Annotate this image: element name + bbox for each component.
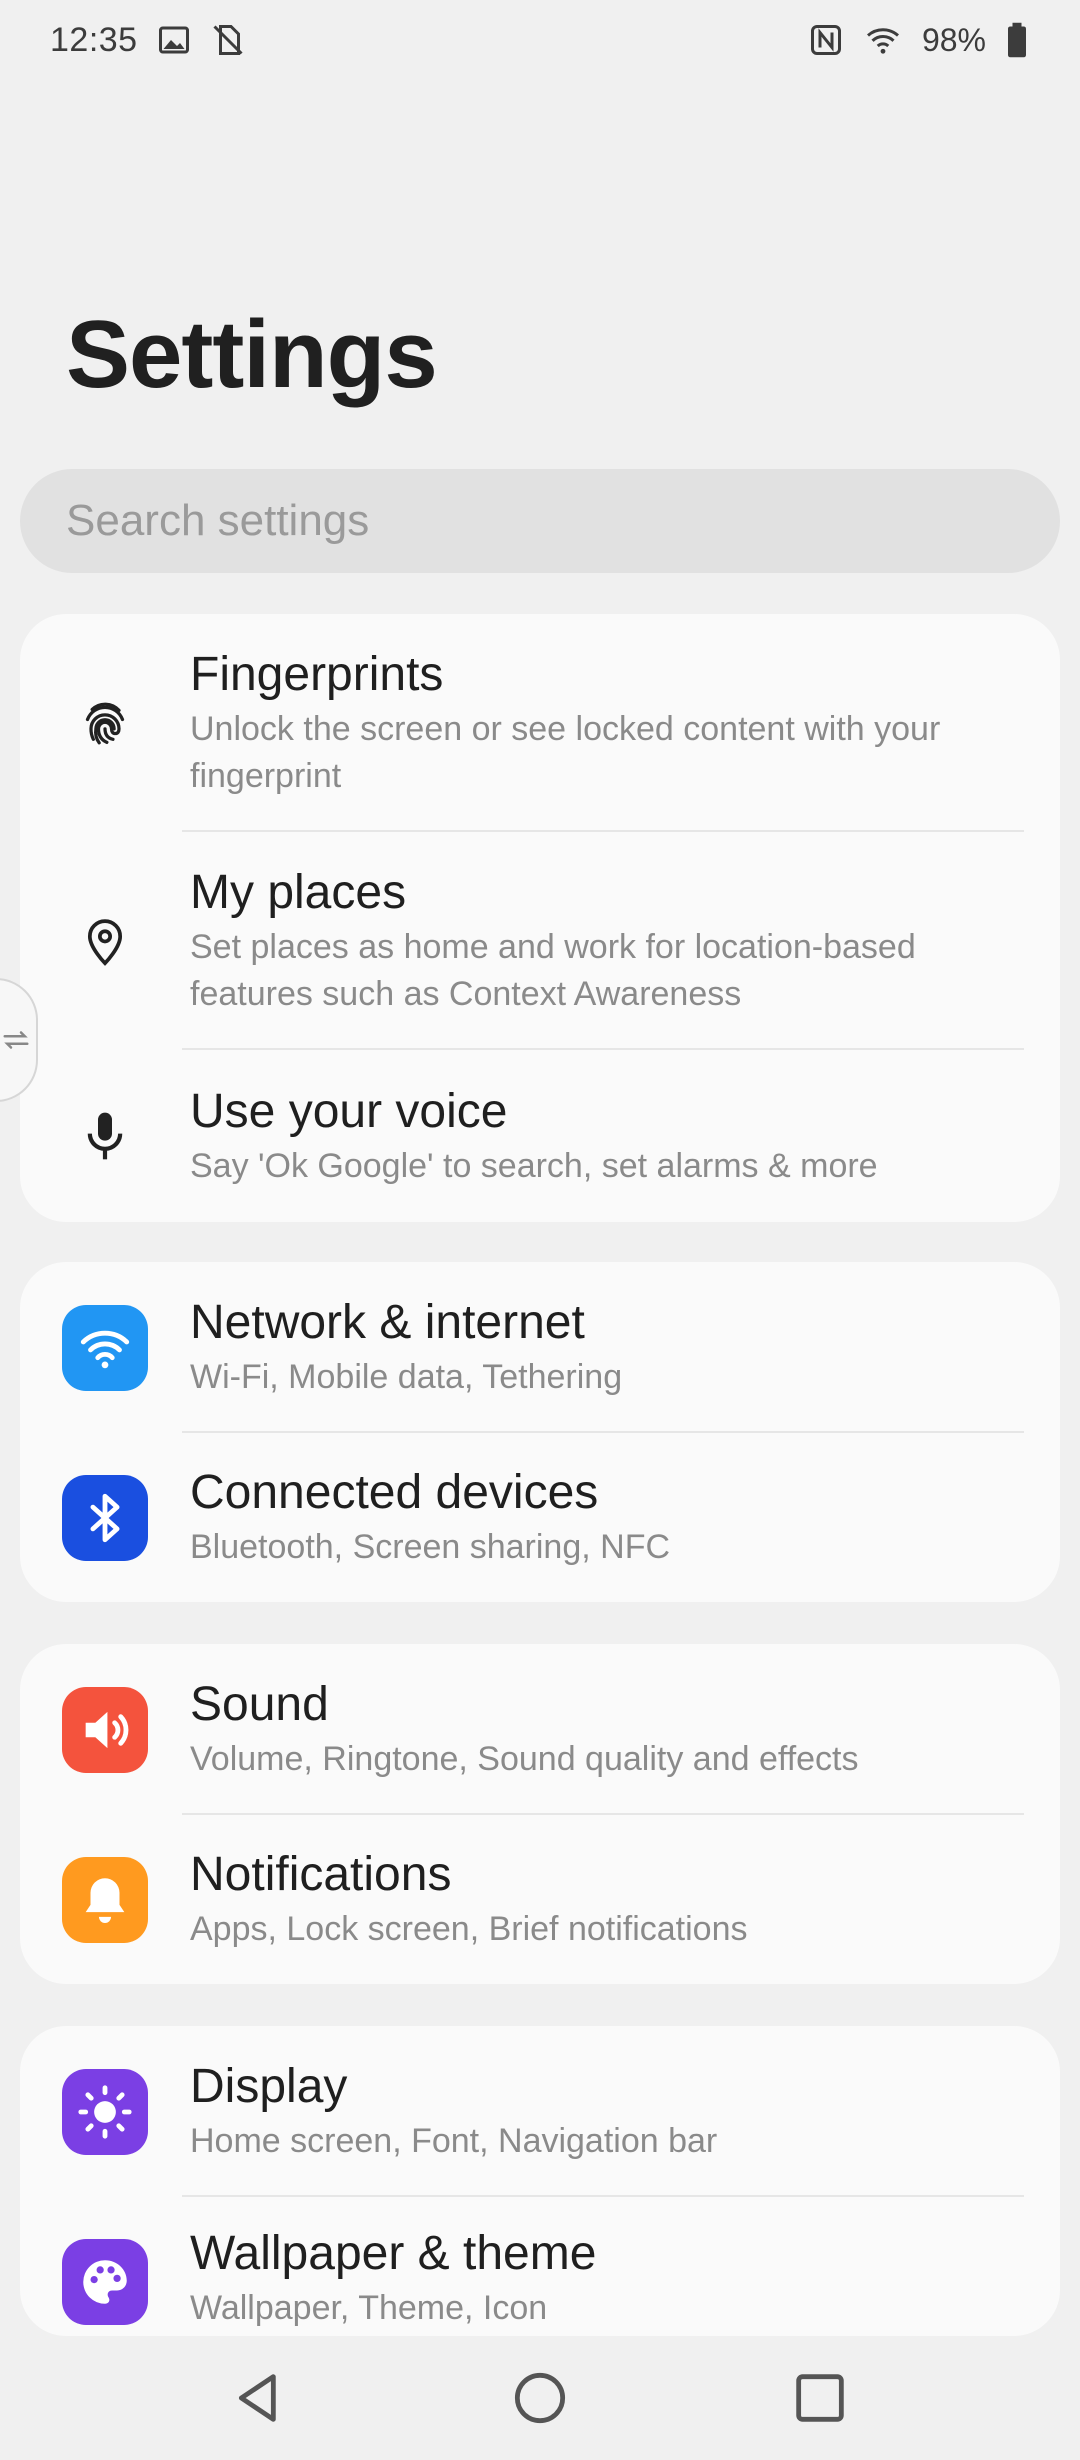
setting-text: My places Set places as home and work fo… <box>190 864 1020 1018</box>
setting-subtitle: Apps, Lock screen, Brief notifications <box>190 1910 748 1948</box>
setting-title: Connected devices <box>190 1466 599 1519</box>
palette-icon <box>62 2239 148 2325</box>
settings-group-display: Display Home screen, Font, Navigation ba… <box>20 2026 1060 2336</box>
status-bar: 12:35 98% <box>0 0 1080 80</box>
setting-subtitle: Volume, Ringtone, Sound quality and effe… <box>190 1740 859 1778</box>
search-input[interactable] <box>66 496 1014 546</box>
home-button[interactable] <box>500 2358 580 2438</box>
bluetooth-icon <box>62 1474 148 1561</box>
bell-icon <box>62 1856 148 1943</box>
microphone-icon <box>62 1093 148 1179</box>
speaker-icon <box>62 1686 148 1773</box>
setting-subtitle: Say 'Ok Google' to search, set alarms & … <box>190 1146 878 1185</box>
settings-group-connections: Network & internet Wi-Fi, Mobile data, T… <box>20 1262 1060 1602</box>
sync-off-icon <box>210 22 246 58</box>
setting-subtitle: Wallpaper, Theme, Icon <box>190 2289 548 2327</box>
wifi-icon <box>62 1304 148 1391</box>
setting-subtitle: Home screen, Font, Navigation bar <box>190 2122 718 2160</box>
status-left: 12:35 <box>50 21 246 60</box>
gallery-icon <box>156 22 192 58</box>
setting-display[interactable]: Display Home screen, Font, Navigation ba… <box>20 2026 1060 2197</box>
battery-icon <box>1004 22 1030 58</box>
status-time: 12:35 <box>50 20 138 59</box>
status-right: 98% <box>808 22 1030 59</box>
location-pin-icon <box>62 898 148 984</box>
setting-title: My places <box>190 866 407 919</box>
setting-text: Sound Volume, Ringtone, Sound quality an… <box>190 1676 859 1783</box>
setting-subtitle: Set places as home and work for location… <box>190 928 916 1013</box>
wifi-icon <box>862 22 904 58</box>
setting-text: Wallpaper & theme Wallpaper, Theme, Icon <box>190 2225 596 2332</box>
setting-title: Wallpaper & theme <box>190 2227 597 2280</box>
setting-text: Network & internet Wi-Fi, Mobile data, T… <box>190 1294 622 1401</box>
setting-title: Fingerprints <box>190 648 444 701</box>
setting-text: Connected devices Bluetooth, Screen shar… <box>190 1464 670 1571</box>
setting-sound[interactable]: Sound Volume, Ringtone, Sound quality an… <box>20 1644 1060 1815</box>
fingerprint-icon <box>62 680 148 766</box>
home-icon <box>514 2372 566 2424</box>
setting-title: Display <box>190 2060 348 2113</box>
page-title: Settings <box>66 301 438 408</box>
swap-arrows-icon <box>3 1031 29 1049</box>
setting-text: Fingerprints Unlock the screen or see lo… <box>190 646 1020 800</box>
back-button[interactable] <box>220 2358 300 2438</box>
setting-text: Notifications Apps, Lock screen, Brief n… <box>190 1846 748 1953</box>
setting-fingerprints[interactable]: Fingerprints Unlock the screen or see lo… <box>20 614 1060 832</box>
setting-text: Display Home screen, Font, Navigation ba… <box>190 2058 717 2165</box>
setting-network-internet[interactable]: Network & internet Wi-Fi, Mobile data, T… <box>20 1262 1060 1433</box>
nfc-icon <box>808 22 844 58</box>
setting-title: Sound <box>190 1678 329 1731</box>
brightness-icon <box>62 2068 148 2155</box>
setting-wallpaper-theme[interactable]: Wallpaper & theme Wallpaper, Theme, Icon <box>20 2197 1060 2336</box>
setting-title: Network & internet <box>190 1296 585 1349</box>
settings-group-sound: Sound Volume, Ringtone, Sound quality an… <box>20 1644 1060 1984</box>
setting-use-your-voice[interactable]: Use your voice Say 'Ok Google' to search… <box>20 1050 1060 1222</box>
back-icon <box>238 2374 276 2422</box>
setting-subtitle: Unlock the screen or see locked content … <box>190 710 941 795</box>
setting-title: Notifications <box>190 1848 452 1901</box>
setting-subtitle: Wi-Fi, Mobile data, Tethering <box>190 1358 623 1396</box>
settings-group-personal: Fingerprints Unlock the screen or see lo… <box>20 614 1060 1222</box>
setting-title: Use your voice <box>190 1084 508 1138</box>
setting-my-places[interactable]: My places Set places as home and work fo… <box>20 832 1060 1050</box>
battery-percent: 98% <box>921 21 986 58</box>
setting-connected-devices[interactable]: Connected devices Bluetooth, Screen shar… <box>20 1433 1060 1602</box>
recents-icon <box>796 2374 844 2422</box>
search-bar[interactable] <box>20 469 1060 573</box>
setting-notifications[interactable]: Notifications Apps, Lock screen, Brief n… <box>20 1815 1060 1984</box>
setting-text: Use your voice Say 'Ok Google' to search… <box>190 1083 878 1190</box>
setting-subtitle: Bluetooth, Screen sharing, NFC <box>190 1528 671 1566</box>
navigation-bar <box>0 2336 1080 2460</box>
recents-button[interactable] <box>780 2358 860 2438</box>
